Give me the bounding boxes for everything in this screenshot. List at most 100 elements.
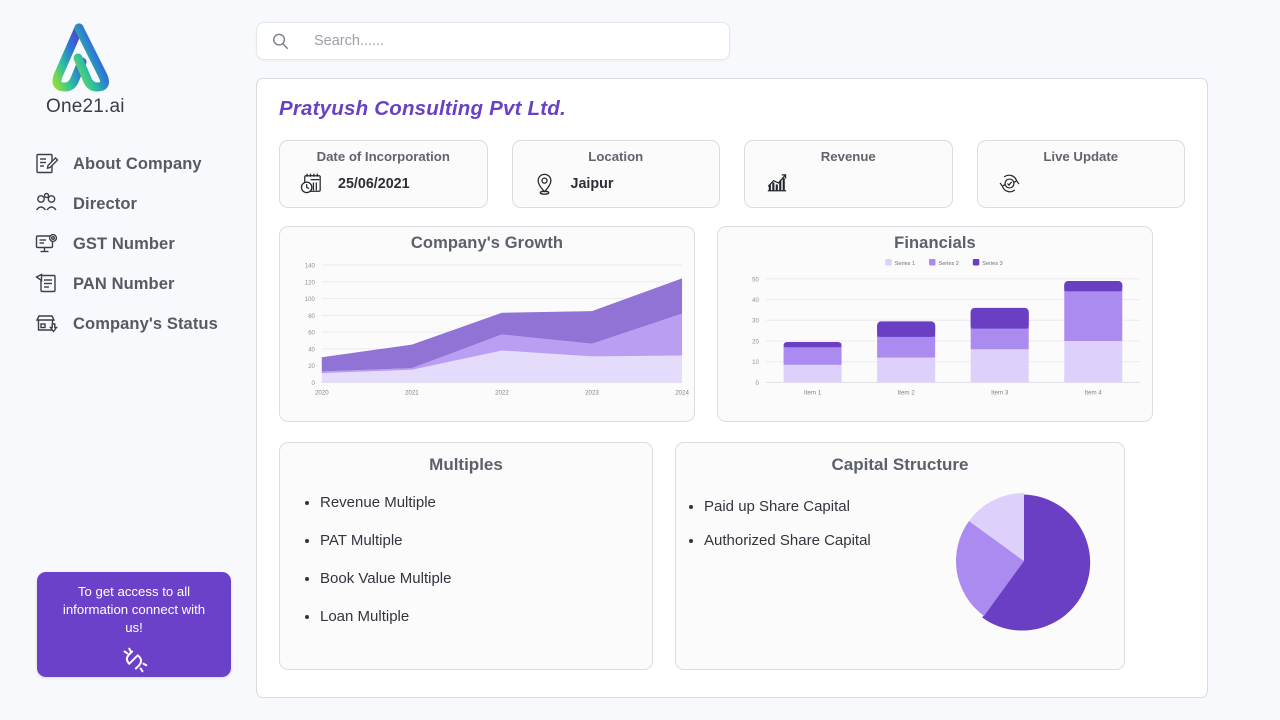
- info-card-live-update[interactable]: Live Update: [976, 140, 1185, 208]
- id-card-icon: [35, 273, 56, 293]
- capital-structure-pie-wrap: [946, 481, 1106, 646]
- list-item: Authorized Share Capital: [704, 531, 946, 550]
- document-edit-icon: [36, 153, 59, 174]
- sidebar-nav: About Company Director GST Number PAN Nu…: [0, 144, 248, 344]
- svg-text:40: 40: [752, 298, 759, 304]
- search-bar[interactable]: [256, 22, 730, 60]
- card-multiples: Multiples Revenue Multiple PAT Multiple …: [279, 442, 653, 670]
- card-capital-structure: Capital Structure Paid up Share Capital …: [675, 442, 1125, 670]
- chart-x-axis-ticks: 2020 2021 2022 2023 2024: [315, 389, 690, 396]
- brand-logo[interactable]: One21.ai: [0, 0, 248, 118]
- sidebar-item-label: PAN Number: [73, 274, 175, 293]
- card-title: Capital Structure: [831, 455, 969, 474]
- sidebar-item-director[interactable]: Director: [34, 184, 248, 224]
- broken-link-icon: [123, 647, 148, 673]
- info-card-value: 25/06/2021: [338, 175, 410, 192]
- svg-text:2024: 2024: [675, 389, 689, 396]
- info-card-title: Date of Incorporation: [316, 149, 450, 164]
- monitor-gear-icon: [35, 233, 58, 253]
- svg-text:Series 2: Series 2: [938, 261, 958, 267]
- charts-row: Company's Growth 0 20 40 60 80 100 120 140 2020…: [279, 226, 1185, 422]
- sidebar-item-about-company[interactable]: About Company: [34, 144, 248, 184]
- financials-bar-chart: Series 1 Series 2 Series 3 0 10 20 30 40 50 Ite…: [752, 258, 1141, 396]
- search-input[interactable]: [314, 33, 715, 49]
- company-growth-area-chart: 0 20 40 60 80 100 120 140 2020 2021 2022 2023 2024: [305, 264, 690, 397]
- list-item: Revenue Multiple: [320, 493, 652, 512]
- svg-text:0: 0: [755, 381, 759, 387]
- calendar-clock-icon: [300, 173, 321, 194]
- sidebar-item-gst-number[interactable]: GST Number: [34, 224, 248, 264]
- storefront-icon: [35, 315, 58, 333]
- svg-text:140: 140: [305, 264, 316, 270]
- svg-text:50: 50: [752, 277, 759, 283]
- svg-text:Item 4: Item 4: [1085, 389, 1103, 396]
- svg-text:10: 10: [752, 360, 759, 366]
- one21-logo-icon: [52, 23, 109, 92]
- info-card-location[interactable]: Location Jaipur: [511, 140, 720, 208]
- svg-text:2022: 2022: [495, 389, 509, 396]
- chart-x-axis-ticks: Item 1 Item 2 Item 3 Item 4: [804, 389, 1102, 396]
- info-card-title: Location: [588, 149, 644, 164]
- chart-card-company-growth: Company's Growth 0 20 40 60 80 100 120 140 2020…: [279, 226, 695, 422]
- connect-cta-card[interactable]: To get access to all information connect…: [37, 572, 231, 677]
- info-cards-row: Date of Incorporation 25/06/2021 Locatio…: [279, 140, 1185, 208]
- brand-name: One21.ai: [46, 96, 125, 117]
- page-title: Pratyush Consulting Pvt Ltd.: [279, 97, 566, 120]
- chart-bar-series: [783, 280, 1123, 383]
- bar-chart-growth-icon: [767, 174, 787, 192]
- capital-structure-pie-chart: [956, 493, 1091, 631]
- chart-legend: Series 1 Series 2 Series 3: [885, 258, 1003, 267]
- sidebar-item-pan-number[interactable]: PAN Number: [34, 264, 248, 304]
- svg-text:2023: 2023: [585, 389, 599, 396]
- chart-y-axis-ticks: 0 10 20 30 40 50: [752, 277, 759, 387]
- list-item: PAT Multiple: [320, 531, 652, 550]
- info-card-title: Live Update: [1043, 149, 1119, 164]
- card-title: Multiples: [429, 455, 503, 474]
- info-card-title: Revenue: [820, 149, 876, 164]
- map-pin-icon: [537, 173, 551, 195]
- list-item: Paid up Share Capital: [704, 497, 946, 516]
- sidebar-item-label: GST Number: [73, 234, 175, 253]
- svg-text:40: 40: [308, 347, 315, 353]
- svg-text:2021: 2021: [405, 389, 419, 396]
- svg-text:60: 60: [308, 331, 315, 337]
- svg-text:0: 0: [312, 381, 316, 387]
- main-content: Pratyush Consulting Pvt Ltd. Date of Inc…: [248, 0, 1280, 720]
- chart-title: Company's Growth: [410, 234, 564, 252]
- refresh-sync-icon: [999, 174, 1019, 193]
- bottom-row: Multiples Revenue Multiple PAT Multiple …: [279, 442, 1185, 670]
- svg-text:Series 1: Series 1: [895, 261, 915, 267]
- app-root: One21.ai About Company Director GST Numb…: [0, 0, 1280, 720]
- multiples-list: Revenue Multiple PAT Multiple Book Value…: [280, 493, 652, 626]
- chart-area-series: [321, 278, 683, 383]
- svg-text:20: 20: [308, 364, 315, 370]
- list-item: Loan Multiple: [320, 607, 652, 626]
- svg-text:20: 20: [752, 339, 759, 345]
- sidebar: One21.ai About Company Director GST Numb…: [0, 0, 248, 720]
- search-icon: [273, 33, 289, 49]
- svg-text:2020: 2020: [315, 389, 329, 396]
- capital-structure-list: Paid up Share Capital Authorized Share C…: [676, 497, 946, 565]
- svg-text:Item 2: Item 2: [898, 389, 916, 396]
- svg-text:Item 3: Item 3: [991, 389, 1009, 396]
- svg-text:100: 100: [305, 297, 316, 303]
- svg-text:30: 30: [752, 319, 759, 325]
- chart-card-financials: Financials Series 1 Series 2 Series 3 0 10 2…: [717, 226, 1153, 422]
- svg-text:120: 120: [305, 280, 316, 286]
- svg-text:Item 1: Item 1: [804, 389, 822, 396]
- cta-text: To get access to all information connect…: [62, 584, 206, 635]
- people-network-icon: [35, 192, 57, 211]
- svg-text:Series 3: Series 3: [982, 261, 1002, 267]
- list-item: Book Value Multiple: [320, 569, 652, 588]
- svg-text:80: 80: [308, 314, 315, 320]
- sidebar-item-label: Company's Status: [73, 314, 218, 333]
- company-dashboard-panel: Pratyush Consulting Pvt Ltd. Date of Inc…: [256, 78, 1208, 698]
- chart-y-axis-ticks: 0 20 40 60 80 100 120 140: [305, 264, 316, 387]
- sidebar-item-label: Director: [73, 194, 138, 213]
- info-card-date-of-incorporation[interactable]: Date of Incorporation 25/06/2021: [279, 140, 488, 208]
- sidebar-item-label: About Company: [73, 154, 202, 173]
- info-card-revenue[interactable]: Revenue: [744, 140, 953, 208]
- chart-title: Financials: [894, 234, 976, 252]
- info-card-value: Jaipur: [570, 175, 614, 192]
- sidebar-item-companys-status[interactable]: Company's Status: [34, 304, 248, 344]
